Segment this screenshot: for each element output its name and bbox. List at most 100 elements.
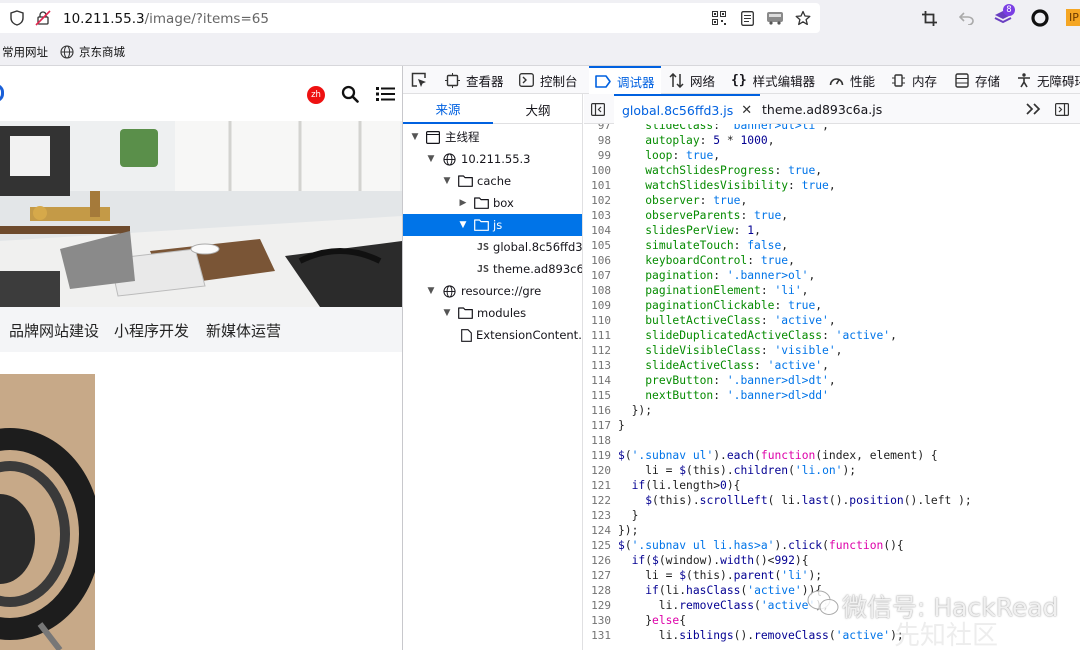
expanded-arrow-icon[interactable]: ▼: [457, 220, 469, 230]
line-number[interactable]: 102: [584, 193, 611, 208]
line-number[interactable]: 130: [584, 613, 611, 628]
element-picker-icon[interactable]: [410, 71, 428, 89]
code-line[interactable]: 112 slideVisibleClass: 'visible',: [584, 343, 1080, 358]
tab-memory[interactable]: 内存: [891, 66, 937, 94]
code-view[interactable]: 97 slideClass: 'banner>ul>li', 98 autopla…: [584, 124, 1080, 650]
line-number[interactable]: 97: [584, 124, 611, 133]
bookmark-jd[interactable]: 京东商城: [79, 44, 125, 60]
code-line[interactable]: 108 paginationElement: 'li',: [584, 283, 1080, 298]
line-number[interactable]: 110: [584, 313, 611, 328]
record-icon[interactable]: [1030, 8, 1050, 28]
line-number[interactable]: 116: [584, 403, 611, 418]
tab-accessibility[interactable]: 无障碍环: [1017, 66, 1080, 94]
code-line[interactable]: 119 $('.subnav ul').each(function(index, …: [584, 448, 1080, 463]
line-number[interactable]: 109: [584, 298, 611, 313]
tree-item[interactable]: ▼ modules: [403, 302, 582, 324]
subnav-mini-program[interactable]: 小程序开发: [114, 320, 189, 341]
line-number[interactable]: 117: [584, 418, 611, 433]
expanded-arrow-icon[interactable]: ▼: [441, 308, 453, 318]
line-number[interactable]: 99: [584, 148, 611, 163]
bookmark-common-sites[interactable]: 常用网址: [2, 44, 48, 60]
code-line[interactable]: 100 watchSlidesProgress: true,: [584, 163, 1080, 178]
line-number[interactable]: 125: [584, 538, 611, 553]
expanded-arrow-icon[interactable]: ▼: [425, 286, 437, 296]
code-line[interactable]: 97 slideClass: 'banner>ul>li',: [584, 124, 1080, 133]
line-number[interactable]: 113: [584, 358, 611, 373]
line-number[interactable]: 126: [584, 553, 611, 568]
toggle-right-sidebar-icon[interactable]: [1054, 101, 1070, 117]
extension-icon[interactable]: [765, 10, 785, 26]
menu-icon[interactable]: [375, 84, 395, 104]
editor-tab-global-js[interactable]: global.8c56ffd3.js ✕: [614, 94, 761, 124]
code-line[interactable]: 101 watchSlidesVisibility: true,: [584, 178, 1080, 193]
code-line[interactable]: 118: [584, 433, 1080, 448]
lang-switch-button[interactable]: zh: [307, 86, 325, 104]
code-line[interactable]: 122 $(this).scrollLeft( li.last().positi…: [584, 493, 1080, 508]
code-line[interactable]: 107 pagination: '.banner>ol',: [584, 268, 1080, 283]
tree-item[interactable]: ▼ js: [403, 214, 582, 236]
line-number[interactable]: 120: [584, 463, 611, 478]
subtab-sources[interactable]: 来源: [403, 94, 493, 124]
code-line[interactable]: 124});: [584, 523, 1080, 538]
search-icon[interactable]: [340, 84, 360, 104]
line-number[interactable]: 103: [584, 208, 611, 223]
tree-item[interactable]: ▼ 10.211.55.3: [403, 148, 582, 170]
line-number[interactable]: 122: [584, 493, 611, 508]
line-number[interactable]: 98: [584, 133, 611, 148]
line-number[interactable]: 108: [584, 283, 611, 298]
tree-item[interactable]: JStheme.ad893c6a.js: [403, 258, 582, 280]
crop-icon[interactable]: [920, 9, 938, 27]
tab-storage[interactable]: 存储: [955, 66, 1000, 94]
code-line[interactable]: 115 nextButton: '.banner>dl>dd': [584, 388, 1080, 403]
code-line[interactable]: 128 if(li.hasClass('active')){: [584, 583, 1080, 598]
subnav-new-media[interactable]: 新媒体运营: [206, 320, 281, 341]
code-line[interactable]: 114 prevButton: '.banner>dl>dt',: [584, 373, 1080, 388]
close-icon[interactable]: ✕: [741, 103, 752, 118]
code-line[interactable]: 110 bulletActiveClass: 'active',: [584, 313, 1080, 328]
code-line[interactable]: 106 keyboardControl: true,: [584, 253, 1080, 268]
code-line[interactable]: 123 }: [584, 508, 1080, 523]
url-text[interactable]: 10.211.55.3/image/?items=65: [63, 11, 269, 27]
url-bar[interactable]: 10.211.55.3/image/?items=65: [0, 3, 820, 33]
toggle-sidebar-icon[interactable]: [590, 101, 606, 117]
code-line[interactable]: 99 loop: true,: [584, 148, 1080, 163]
code-line[interactable]: 113 slideActiveClass: 'active',: [584, 358, 1080, 373]
tree-item[interactable]: ▼ 主线程: [403, 126, 582, 148]
insecure-lock-icon[interactable]: [34, 9, 52, 27]
line-number[interactable]: 105: [584, 238, 611, 253]
line-number[interactable]: 118: [584, 433, 611, 448]
tab-style-editor[interactable]: {} 样式编辑器: [731, 66, 815, 94]
line-number[interactable]: 101: [584, 178, 611, 193]
line-number[interactable]: 112: [584, 343, 611, 358]
line-number[interactable]: 107: [584, 268, 611, 283]
line-number[interactable]: 131: [584, 628, 611, 643]
shield-icon[interactable]: [8, 9, 26, 27]
code-line[interactable]: 116 });: [584, 403, 1080, 418]
code-line[interactable]: 129 li.removeClass('active');: [584, 598, 1080, 613]
code-line[interactable]: 117}: [584, 418, 1080, 433]
tree-item[interactable]: ▶ box: [403, 192, 582, 214]
line-number[interactable]: 100: [584, 163, 611, 178]
subtab-outline[interactable]: 大纲: [493, 94, 582, 124]
undo-icon[interactable]: [957, 9, 975, 27]
line-number[interactable]: 104: [584, 223, 611, 238]
collapsed-arrow-icon[interactable]: ▶: [457, 198, 469, 208]
tab-debugger[interactable]: 调试器: [589, 66, 661, 94]
editor-tab-theme-js[interactable]: theme.ad893c6a.js: [762, 94, 882, 124]
line-number[interactable]: 115: [584, 388, 611, 403]
code-line[interactable]: 111 slideDuplicatedActiveClass: 'active'…: [584, 328, 1080, 343]
tab-inspector[interactable]: 查看器: [445, 66, 504, 94]
bookmark-star-icon[interactable]: [794, 9, 812, 27]
code-line[interactable]: 102 observer: true,: [584, 193, 1080, 208]
code-line[interactable]: 120 li = $(this).children('li.on');: [584, 463, 1080, 478]
line-number[interactable]: 124: [584, 523, 611, 538]
subnav-brand-website[interactable]: 品牌网站建设: [9, 320, 99, 341]
code-line[interactable]: 127 li = $(this).parent('li');: [584, 568, 1080, 583]
tab-console[interactable]: 控制台: [519, 66, 578, 94]
expanded-arrow-icon[interactable]: ▼: [425, 154, 437, 164]
line-number[interactable]: 121: [584, 478, 611, 493]
tab-performance[interactable]: 性能: [829, 66, 875, 94]
line-number[interactable]: 119: [584, 448, 611, 463]
line-number[interactable]: 127: [584, 568, 611, 583]
expanded-arrow-icon[interactable]: ▼: [441, 176, 453, 186]
